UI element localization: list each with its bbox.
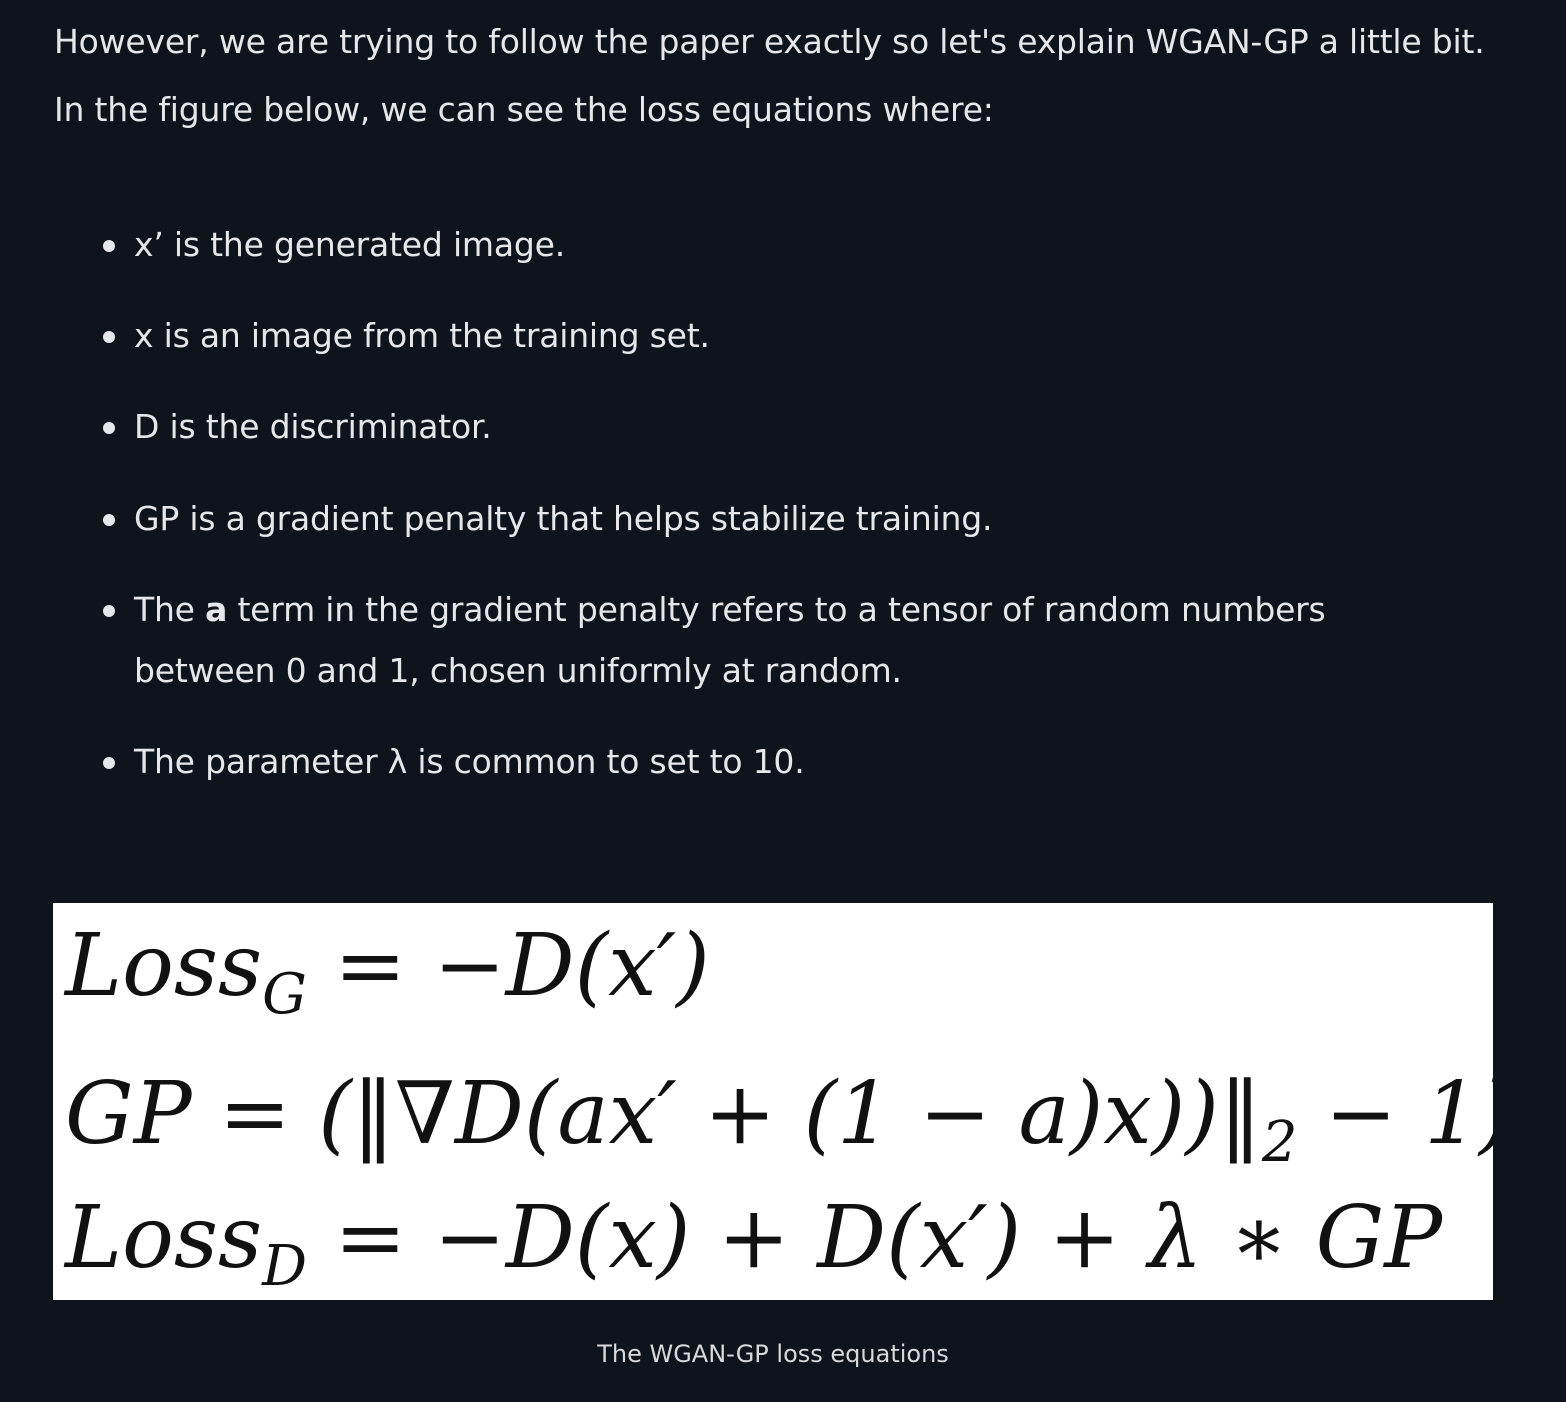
bullet-icon [103, 422, 115, 434]
list-item: GP is a gradient penalty that helps stab… [103, 488, 1434, 549]
eq2-tail: − 1) [1297, 1064, 1493, 1164]
discriminator-loss-equation: LossD = −D(x) + D(x′) + λ ∗ GP [65, 1195, 1442, 1295]
list-item-text: D is the discriminator. [134, 407, 492, 446]
eq2-rhs: = (‖∇D(ax′ + (1 − a)x))‖ [191, 1064, 1262, 1164]
bullet-icon [103, 514, 115, 526]
eq2-sub: 2 [1261, 1110, 1298, 1175]
article: However, we are trying to follow the pap… [0, 0, 1566, 1402]
equations-figure: LossG = −D(x′) GP = (‖∇D(ax′ + (1 − a)x)… [53, 903, 1493, 1300]
list-item-text-pre: The [134, 590, 206, 629]
bullet-icon [103, 240, 115, 252]
list-item: x’ is the generated image. [103, 214, 1434, 275]
list-item-text: x’ is the generated image. [134, 225, 566, 264]
eq1-lhs: Loss [65, 916, 263, 1016]
generator-loss-equation: LossG = −D(x′) [65, 923, 710, 1023]
list-item-text-post: term in the gradient penalty refers to a… [134, 590, 1326, 690]
eq2-lhs: GP [65, 1064, 192, 1164]
gradient-penalty-equation: GP = (‖∇D(ax′ + (1 − a)x))‖2 − 1)2 [65, 1061, 1493, 1171]
eq3-rhs: = −D(x) + D(x′) + λ ∗ GP [307, 1188, 1443, 1288]
list-item: x is an image from the training set. [103, 305, 1434, 366]
eq3-lhs: Loss [65, 1188, 263, 1288]
intro-paragraph: However, we are trying to follow the pap… [54, 22, 1485, 129]
eq1-rhs: = −D(x′) [306, 916, 710, 1016]
bullet-icon [103, 605, 115, 617]
figure-caption: The WGAN-GP loss equations [597, 1340, 949, 1368]
bullet-icon [103, 331, 115, 343]
bullet-icon [103, 757, 115, 769]
list-item: The a term in the gradient penalty refer… [103, 579, 1434, 701]
list-item-text: x is an image from the training set. [134, 316, 710, 355]
list-item-bold-term: a [205, 590, 228, 629]
eq3-sub: D [262, 1234, 308, 1299]
list-item: The parameter λ is common to set to 10. [103, 731, 1434, 792]
eq1-sub: G [262, 962, 307, 1027]
list-item-text: The parameter λ is common to set to 10. [134, 742, 805, 781]
list-item-text: GP is a gradient penalty that helps stab… [134, 499, 993, 538]
list-item: D is the discriminator. [103, 396, 1434, 457]
